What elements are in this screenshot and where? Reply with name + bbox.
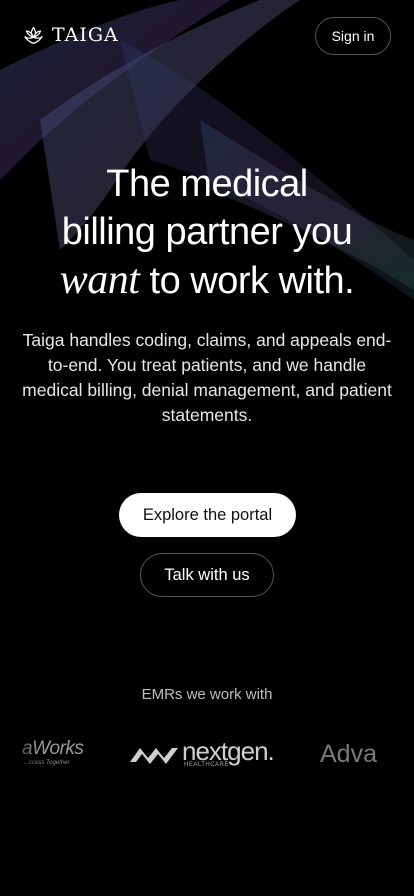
sign-in-button[interactable]: Sign in: [315, 17, 391, 55]
site-header: TAIGA Sign in: [0, 0, 414, 74]
emr-logo-carousel: aWorks ...ccess Together nextgen. HEALTH…: [0, 728, 414, 778]
talk-with-us-button[interactable]: Talk with us: [140, 553, 274, 597]
emr-logo-nextgen: nextgen. HEALTHCARE: [128, 728, 280, 778]
hero-description: Taiga handles coding, claims, and appeal…: [22, 330, 392, 425]
hero-line-1: The medical: [106, 163, 308, 205]
hero-line-3: want to work with.: [0, 256, 414, 305]
explore-portal-button[interactable]: Explore the portal: [119, 493, 296, 537]
emr-section-heading: EMRs we work with: [141, 686, 273, 703]
nextgen-mark-icon: [130, 748, 178, 764]
hero-emphasis: want: [59, 257, 140, 303]
hero-line-2: billing partner you: [61, 211, 353, 253]
carousel-fade-right: [374, 728, 414, 778]
brand-name: TAIGA: [52, 24, 119, 46]
emr-logo-tagline: HEALTHCARE: [184, 762, 229, 768]
carousel-fade-left: [0, 728, 40, 778]
lotus-logo-icon: [24, 26, 43, 44]
emr-logo-name: Adva: [320, 740, 377, 768]
hero-line-3-rest: to work with.: [139, 260, 355, 302]
brand-logo[interactable]: TAIGA: [23, 24, 119, 46]
hero-headline: The medical billing partner you want to …: [0, 160, 414, 305]
